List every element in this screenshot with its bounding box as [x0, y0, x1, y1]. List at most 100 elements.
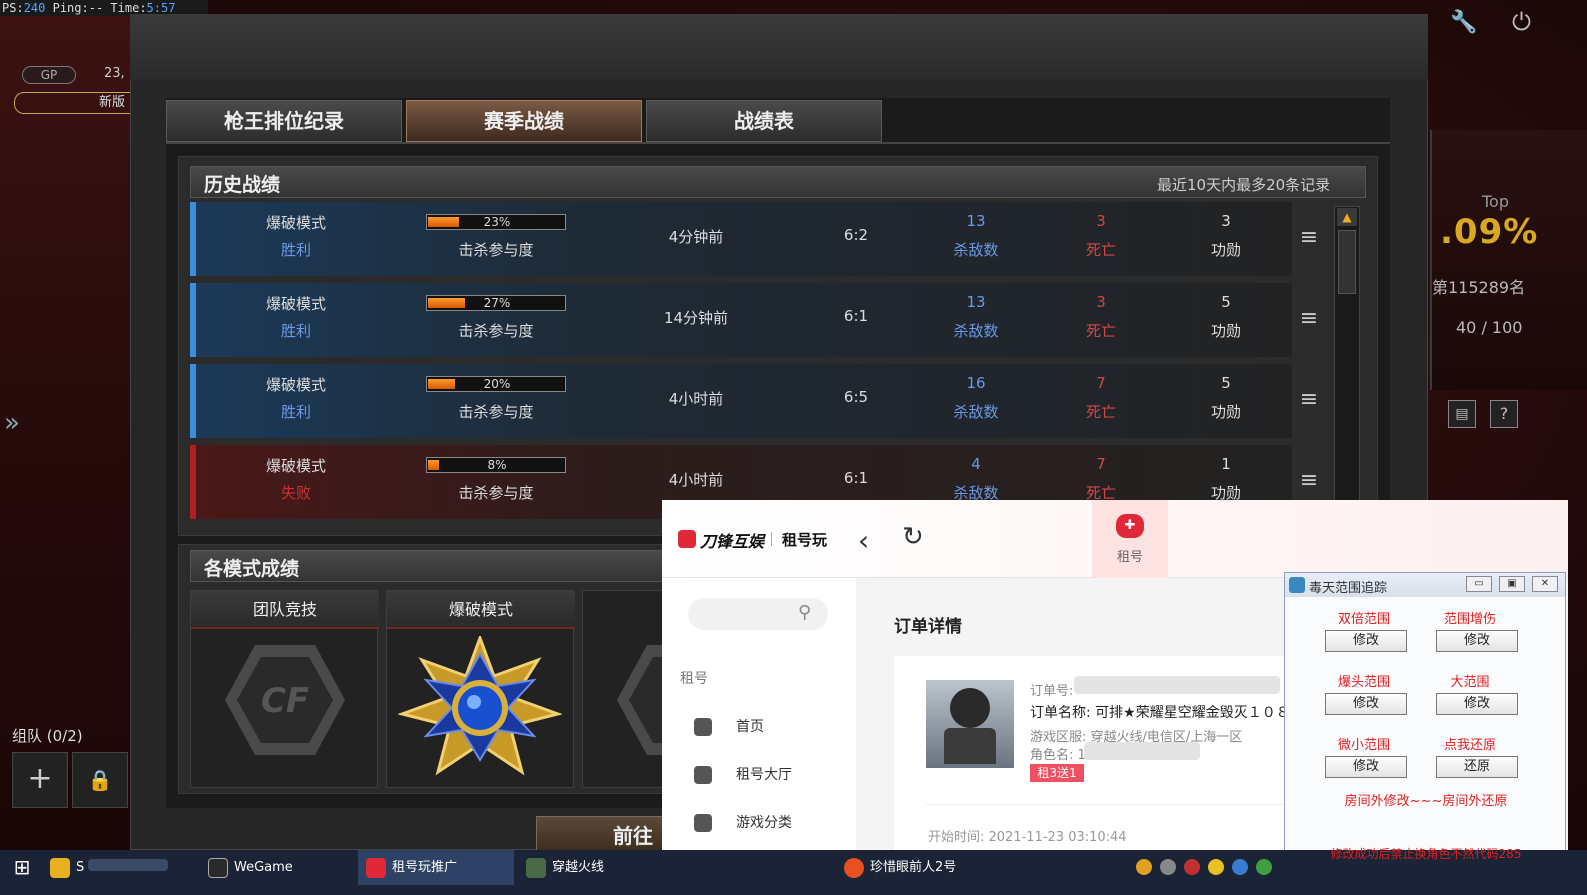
- history-row[interactable]: 爆破模式 胜利 20% 击杀参与度 4小时前 6:5 16 杀敌数 7 死亡 5…: [190, 364, 1326, 438]
- option-label: 范围增伤: [1443, 612, 1496, 627]
- taskbar-item[interactable]: S: [44, 850, 184, 885]
- minimize-button[interactable]: ▭: [1466, 576, 1492, 592]
- app-icon: [366, 857, 386, 878]
- taskbar-item[interactable]: 穿越火线: [520, 850, 676, 885]
- modify-button[interactable]: 修改: [1325, 756, 1407, 778]
- row-deaths: 3: [1096, 293, 1106, 311]
- tray-icon[interactable]: [1232, 859, 1248, 875]
- add-member-button[interactable]: +: [12, 752, 68, 808]
- modify-button[interactable]: 修改: [1325, 630, 1407, 652]
- kills-label: 杀敌数: [953, 322, 999, 340]
- back-icon[interactable]: ‹: [858, 524, 869, 557]
- sidebar-item-hall[interactable]: 租号大厅: [694, 764, 844, 788]
- taskbar-item[interactable]: WeGame: [200, 850, 350, 885]
- rank-panel: [1430, 130, 1587, 390]
- redacted-order-number: [1074, 676, 1280, 694]
- history-note: 最近10天内最多20条记录: [1157, 176, 1331, 194]
- kills-label: 杀敌数: [953, 403, 999, 421]
- mode-card-team[interactable]: 团队竞技 CF: [190, 590, 379, 788]
- tray-icon[interactable]: [1256, 859, 1272, 875]
- logo-separator: [771, 532, 772, 546]
- taskbar-item[interactable]: 珍惜眼前人2号: [838, 850, 998, 885]
- help-icon[interactable]: ?: [1490, 400, 1518, 428]
- search-icon[interactable]: ⚲: [798, 602, 811, 623]
- tab-season-record[interactable]: 赛季战绩: [406, 100, 642, 142]
- modify-button[interactable]: 修改: [1436, 693, 1518, 715]
- deaths-label: 死亡: [1085, 322, 1116, 340]
- sidebar-item-label: 租号大厅: [736, 767, 792, 783]
- notes-icon[interactable]: ▤: [1448, 400, 1476, 428]
- avatar-body: [944, 728, 996, 764]
- row-kills: 13: [966, 212, 986, 230]
- option-label: 点我还原: [1443, 738, 1496, 753]
- kill-participation-value: 23%: [483, 215, 511, 229]
- restore-button[interactable]: 还原: [1436, 756, 1518, 778]
- tray-icon[interactable]: [1184, 859, 1200, 875]
- gamepad-icon: [694, 766, 712, 784]
- medal-icon: [398, 636, 562, 776]
- row-menu-icon[interactable]: ≡: [1292, 283, 1326, 357]
- tool-title: 毒天范围追踪: [1309, 581, 1388, 596]
- tab-rent-account[interactable]: [1092, 500, 1168, 578]
- row-score: 6:2: [843, 226, 869, 244]
- tool-app-icon: [1289, 577, 1305, 593]
- tab-record-table[interactable]: 战绩表: [646, 100, 882, 142]
- home-icon: [694, 718, 712, 736]
- kill-participation-value: 8%: [487, 458, 507, 472]
- sidebar-item-label: 游戏分类: [736, 815, 792, 831]
- kill-participation-label: 击杀参与度: [458, 322, 534, 340]
- row-time: 4分钟前: [668, 228, 724, 246]
- tray-icon[interactable]: [1136, 859, 1152, 875]
- tray-icon[interactable]: [1160, 859, 1176, 875]
- expand-arrow-icon[interactable]: »: [4, 408, 20, 438]
- tray-icon[interactable]: [1208, 859, 1224, 875]
- tool-warning: 修改成功后禁止换角色不然代码285: [1330, 847, 1522, 861]
- taskbar-item[interactable]: 租号玩推广: [358, 850, 514, 885]
- modify-button[interactable]: 修改: [1325, 693, 1407, 715]
- close-button[interactable]: ✕: [1532, 576, 1558, 592]
- order-title: 订单详情: [894, 617, 962, 637]
- category-icon: [694, 814, 712, 832]
- order-start-time: 开始时间: 2021-11-23 03:10:44: [928, 830, 1127, 845]
- new-version-button[interactable]: 新版: [14, 92, 144, 114]
- row-menu-icon[interactable]: ≡: [1292, 364, 1326, 438]
- wrench-icon[interactable]: 🔧: [1450, 10, 1477, 35]
- lock-icon[interactable]: 🔒: [72, 752, 128, 808]
- deaths-label: 死亡: [1085, 241, 1116, 259]
- windows-start-icon[interactable]: ⊞: [0, 850, 44, 885]
- taskbar-item-label: 珍惜眼前人2号: [870, 860, 957, 875]
- scroll-up-icon[interactable]: ▲: [1337, 208, 1357, 226]
- scroll-thumb[interactable]: [1338, 230, 1356, 294]
- option-label: 微小范围: [1337, 738, 1390, 753]
- refresh-icon[interactable]: ↻: [902, 522, 924, 552]
- tab-ranked-record[interactable]: 枪王排位纪录: [166, 100, 402, 142]
- row-score: 6:5: [843, 388, 869, 406]
- tool-note: 房间外修改~~~房间外还原: [1344, 794, 1508, 809]
- row-mode: 爆破模式: [265, 295, 326, 313]
- merit-label: 功勋: [1210, 322, 1241, 340]
- history-row[interactable]: 爆破模式 胜利 23% 击杀参与度 4分钟前 6:2 13 杀敌数 3 死亡 3…: [190, 202, 1326, 276]
- sidebar-item-category[interactable]: 游戏分类: [694, 812, 844, 836]
- rank-number: 第115289名: [1432, 278, 1526, 297]
- kill-participation-label: 击杀参与度: [458, 484, 534, 502]
- redacted-label: [88, 859, 169, 871]
- kill-participation-bar: 27%: [426, 295, 566, 311]
- row-menu-icon[interactable]: ≡: [1292, 202, 1326, 276]
- row-score: 6:1: [843, 469, 869, 487]
- power-icon[interactable]: ⏻: [1512, 8, 1531, 36]
- row-mode: 爆破模式: [265, 457, 326, 475]
- kill-participation-bar: 23%: [426, 214, 566, 230]
- kill-participation-label: 击杀参与度: [458, 403, 534, 421]
- maximize-button[interactable]: ▣: [1499, 576, 1525, 592]
- row-result: 胜利: [280, 403, 311, 421]
- kill-participation-bar: 20%: [426, 376, 566, 392]
- sidebar-item-home[interactable]: 首页: [694, 716, 844, 740]
- tab-rent-account-label: 租号: [1117, 550, 1144, 565]
- row-deaths: 3: [1096, 212, 1106, 230]
- history-row[interactable]: 爆破模式 胜利 27% 击杀参与度 14分钟前 6:1 13 杀敌数 3 死亡 …: [190, 283, 1326, 357]
- modify-button[interactable]: 修改: [1436, 630, 1518, 652]
- history-title: 历史战绩: [204, 174, 281, 196]
- app-logo-secondary: 租号玩: [782, 531, 828, 549]
- cf-logo-icon: CF: [260, 681, 310, 721]
- row-merit: 5: [1221, 293, 1231, 311]
